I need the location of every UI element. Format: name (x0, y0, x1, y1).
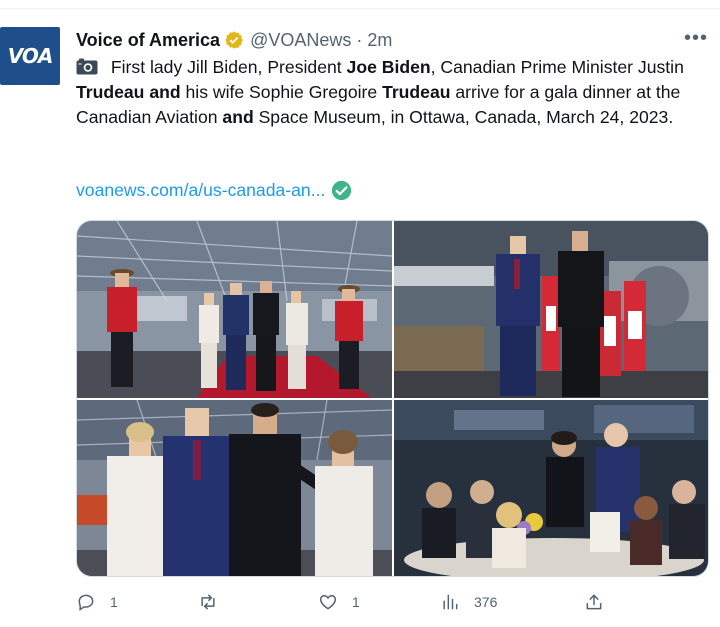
tweet-text-segment: his wife Sophie Gregoire (180, 82, 383, 102)
like-button[interactable]: 1 (318, 592, 360, 612)
highlighted-term: Trudeau and (76, 82, 181, 102)
photo-gala-dinner[interactable] (394, 400, 708, 576)
photo-four-closeup[interactable] (77, 400, 392, 576)
share-icon (586, 594, 602, 610)
author-handle[interactable]: @VOANews (250, 30, 351, 51)
separator-dot: · (356, 29, 363, 50)
highlighted-term: Trudeau (382, 82, 451, 102)
author-name[interactable]: Voice of America (76, 30, 220, 51)
tweet-actions: 1 1 376 (76, 592, 616, 618)
voa-logo: VOA (7, 44, 54, 68)
retweet-button[interactable] (198, 592, 232, 612)
views-count: 376 (474, 594, 498, 610)
check-circle-icon (332, 180, 352, 201)
tweet-header: Voice of America @VOANews · 2m ••• (76, 28, 720, 52)
camera-icon (76, 58, 98, 75)
views-chart-icon (443, 594, 458, 610)
like-count: 1 (352, 594, 360, 610)
verified-badge-icon[interactable] (224, 30, 244, 50)
highlighted-term: Joe Biden (346, 57, 431, 77)
tweet-text-segment: , Canadian Prime Minister Justin (430, 57, 684, 77)
media-grid (76, 220, 709, 577)
more-options-button[interactable]: ••• (684, 28, 708, 48)
tweet-text-content: First lady Jill Biden, President Joe Bid… (76, 57, 684, 127)
photo-leaders-flags[interactable] (394, 221, 708, 398)
article-link[interactable]: voanews.com/a/us-canada-an... (76, 180, 352, 201)
retweet-icon (201, 594, 215, 610)
share-button[interactable] (584, 592, 604, 612)
heart-icon (319, 594, 337, 610)
reply-count: 1 (110, 594, 118, 610)
timestamp[interactable]: 2m (367, 30, 392, 51)
highlighted-term: and (222, 107, 254, 127)
avatar[interactable]: VOA (0, 27, 60, 85)
link-text[interactable]: voanews.com/a/us-canada-an... (76, 180, 325, 201)
reply-button[interactable]: 1 (76, 592, 118, 612)
top-divider (0, 8, 720, 9)
photo-hangar-arrival[interactable] (77, 221, 392, 398)
tweet-text-segment: Space Museum, in Ottawa, Canada, March 2… (253, 107, 674, 127)
tweet-text: First lady Jill Biden, President Joe Bid… (76, 55, 706, 130)
views-button[interactable]: 376 (440, 592, 497, 612)
tweet-text-segment: First lady Jill Biden, President (106, 57, 347, 77)
reply-icon (78, 594, 94, 611)
